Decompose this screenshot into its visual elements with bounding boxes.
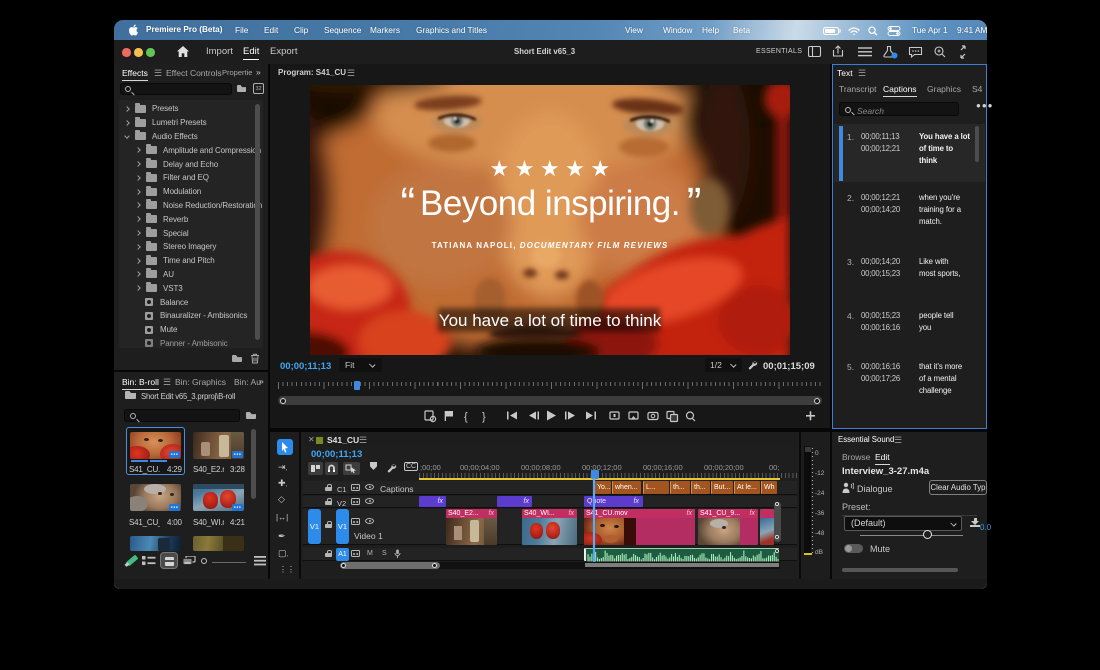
svg-text:{: { [464, 411, 468, 423]
svg-text:}: } [482, 411, 486, 423]
